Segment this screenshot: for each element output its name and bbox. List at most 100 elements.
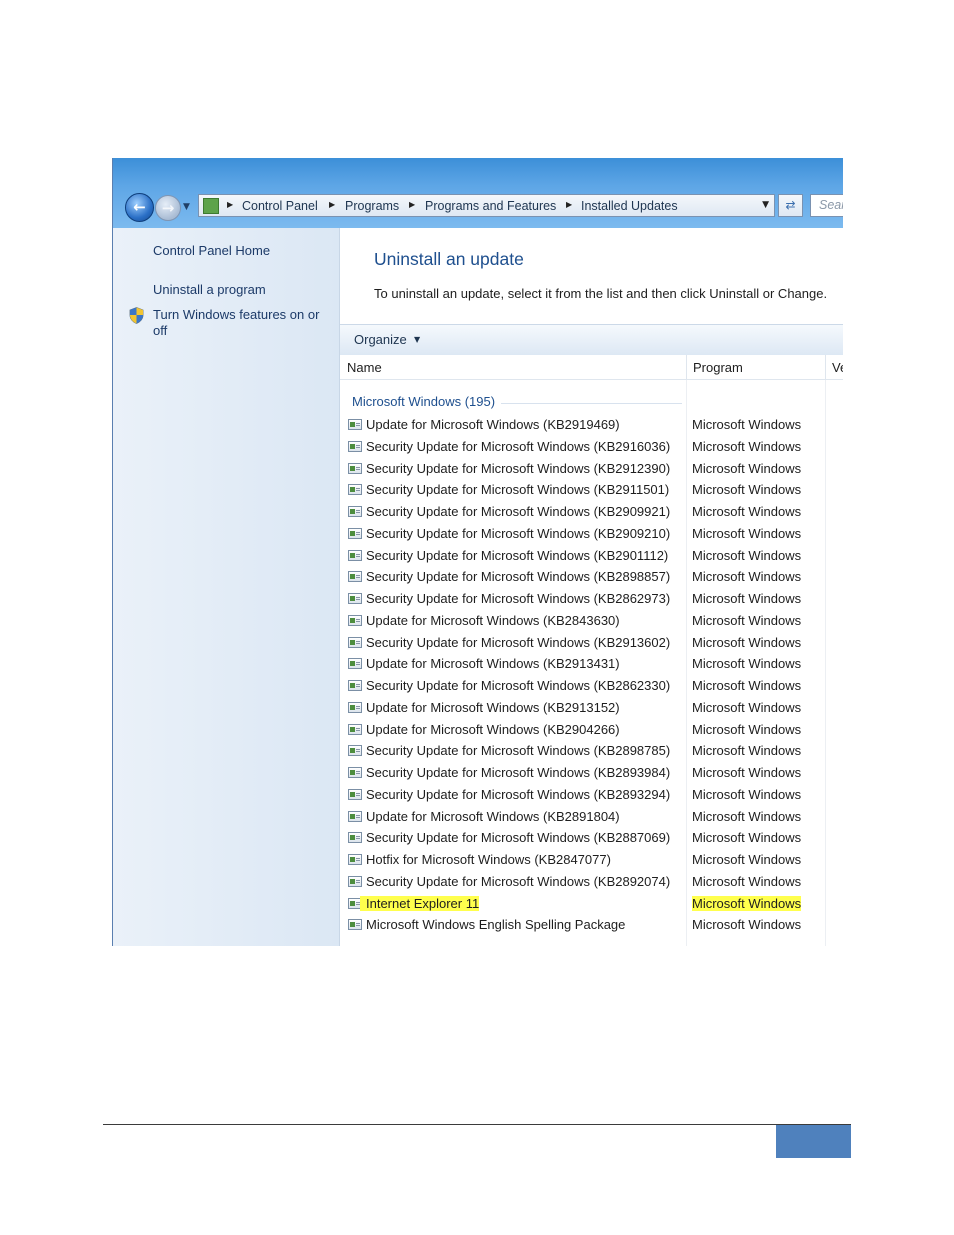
update-name: Security Update for Microsoft Windows (K…: [366, 743, 671, 759]
table-row[interactable]: Security Update for Microsoft Windows (K…: [340, 568, 843, 589]
table-row[interactable]: Update for Microsoft Windows (KB2891804)…: [340, 808, 843, 829]
update-name: Security Update for Microsoft Windows (K…: [366, 525, 671, 541]
column-divider[interactable]: [686, 355, 687, 379]
update-icon: [348, 484, 362, 496]
update-program: Microsoft Windows: [692, 743, 802, 759]
table-row[interactable]: Security Update for Microsoft Windows (K…: [340, 786, 843, 807]
update-icon: [348, 506, 362, 517]
column-program[interactable]: Program: [693, 360, 743, 375]
breadcrumb-control-panel[interactable]: Control Panel: [242, 199, 318, 213]
update-program: Microsoft Windows: [692, 525, 802, 541]
group-header[interactable]: Microsoft Windows (195): [352, 394, 502, 409]
table-row[interactable]: Security Update for Microsoft Windows (K…: [340, 547, 843, 568]
organize-button[interactable]: Organize: [354, 332, 407, 347]
search-input[interactable]: Sear: [810, 194, 843, 217]
table-row[interactable]: Security Update for Microsoft Windows (K…: [340, 590, 843, 611]
update-name: Security Update for Microsoft Windows (K…: [366, 634, 671, 650]
column-divider[interactable]: [825, 355, 826, 379]
update-program: Microsoft Windows: [692, 438, 802, 454]
breadcrumb-separator-icon[interactable]: ▶: [566, 200, 572, 209]
update-program: Microsoft Windows: [692, 612, 802, 628]
control-panel-icon: [203, 198, 219, 214]
table-row[interactable]: Update for Microsoft Windows (KB2904266)…: [340, 721, 843, 742]
uninstall-program-link[interactable]: Uninstall a program: [153, 282, 266, 298]
update-program: Microsoft Windows: [692, 504, 802, 519]
table-row[interactable]: Update for Microsoft Windows (KB2913152)…: [340, 699, 843, 720]
breadcrumb-separator-icon[interactable]: ▶: [409, 200, 415, 209]
breadcrumb-separator-icon[interactable]: ▶: [329, 200, 335, 209]
back-button[interactable]: ←: [125, 193, 154, 222]
turn-windows-features-line-2: off: [153, 323, 168, 338]
tasks-pane: Control Panel Home Uninstall a program T…: [113, 228, 340, 946]
breadcrumb-separator-icon[interactable]: ▶: [227, 200, 233, 209]
update-name: Update for Microsoft Windows (KB2913152): [366, 699, 620, 715]
update-program: Microsoft Windows: [692, 873, 802, 889]
turn-windows-features-link[interactable]: Turn Windows features on or off: [153, 307, 319, 339]
update-name: Security Update for Microsoft Windows (K…: [366, 438, 671, 454]
table-row[interactable]: Security Update for Microsoft Windows (K…: [340, 525, 843, 546]
updates-list[interactable]: Microsoft Windows (195) Update for Micro…: [340, 380, 843, 946]
table-row[interactable]: Security Update for Microsoft Windows (K…: [340, 742, 843, 763]
table-row[interactable]: Security Update for Microsoft Windows (K…: [340, 873, 843, 894]
table-row[interactable]: Microsoft Windows English Spelling Packa…: [340, 916, 843, 937]
update-program: Microsoft Windows: [692, 808, 802, 824]
update-name: Update for Microsoft Windows (KB2843630): [366, 612, 620, 628]
table-row[interactable]: Security Update for Microsoft Windows (K…: [340, 634, 843, 655]
update-icon: [348, 571, 362, 583]
table-row[interactable]: Security Update for Microsoft Windows (K…: [340, 764, 843, 785]
table-row[interactable]: Security Update for Microsoft Windows (K…: [340, 503, 843, 524]
update-icon: [348, 767, 362, 778]
update-program: Microsoft Windows: [692, 656, 802, 672]
update-name: Security Update for Microsoft Windows (K…: [366, 873, 671, 889]
table-row[interactable]: Update for Microsoft Windows (KB2913431)…: [340, 655, 843, 676]
forward-button[interactable]: →: [155, 195, 181, 221]
table-row[interactable]: Update for Microsoft Windows (KB2843630)…: [340, 612, 843, 633]
control-panel-home-link[interactable]: Control Panel Home: [153, 243, 270, 259]
breadcrumb-programs[interactable]: Programs: [345, 199, 399, 213]
forward-arrow-icon: →: [161, 199, 175, 217]
update-program: Microsoft Windows: [692, 482, 802, 498]
update-icon: [348, 745, 362, 757]
chevron-down-icon[interactable]: ▼: [762, 200, 769, 210]
table-row[interactable]: Security Update for Microsoft Windows (K…: [340, 829, 843, 850]
table-row[interactable]: Internet Explorer 11 Microsoft Windows: [340, 895, 843, 916]
update-icon: [348, 440, 362, 452]
refresh-button[interactable]: ⇄: [778, 194, 803, 217]
column-version[interactable]: Ve: [832, 360, 843, 375]
update-name: Security Update for Microsoft Windows (K…: [366, 786, 671, 802]
update-program: Microsoft Windows: [692, 699, 802, 715]
address-bar[interactable]: ▶ Control Panel ▶ Programs ▶ Programs an…: [198, 194, 775, 217]
update-icon: [348, 462, 362, 474]
chevron-down-icon[interactable]: ▼: [414, 335, 420, 344]
turn-windows-features-line-1: Turn Windows features on or: [153, 307, 320, 322]
table-row[interactable]: Security Update for Microsoft Windows (K…: [340, 481, 843, 502]
update-icon: [348, 636, 362, 648]
update-icon: [348, 919, 362, 931]
update-icon: [348, 680, 362, 691]
update-program: Microsoft Windows: [692, 634, 802, 650]
update-program: Microsoft Windows: [692, 678, 802, 693]
table-row[interactable]: Security Update for Microsoft Windows (K…: [340, 460, 843, 481]
page-title: Uninstall an update: [374, 249, 524, 269]
recent-pages-dropdown[interactable]: ▼: [183, 202, 190, 212]
table-row[interactable]: Update for Microsoft Windows (KB2919469)…: [340, 416, 843, 437]
update-icon: [348, 810, 362, 822]
column-name[interactable]: Name: [347, 360, 382, 375]
table-row[interactable]: Security Update for Microsoft Windows (K…: [340, 438, 843, 459]
explorer-window-screenshot: ← → ▼ ▶ Control Panel ▶ Programs ▶ Progr…: [112, 158, 843, 946]
update-program: Microsoft Windows: [692, 830, 802, 846]
update-icon: [348, 723, 362, 735]
column-header: Name Program Ve: [340, 355, 843, 380]
breadcrumb-installed-updates[interactable]: Installed Updates: [581, 199, 678, 213]
update-name: Security Update for Microsoft Windows (K…: [366, 830, 671, 846]
table-row[interactable]: Hotfix for Microsoft Windows (KB2847077)…: [340, 851, 843, 872]
main-pane: Uninstall an update To uninstall an upda…: [340, 228, 843, 946]
table-row[interactable]: Security Update for Microsoft Windows (K…: [340, 677, 843, 698]
update-name: Update for Microsoft Windows (KB2919469): [366, 417, 620, 432]
refresh-icon: ⇄: [785, 198, 796, 212]
update-icon: [348, 419, 362, 430]
navigation-bar: ← → ▼ ▶ Control Panel ▶ Programs ▶ Progr…: [113, 158, 843, 228]
update-icon: [348, 875, 362, 887]
breadcrumb-programs-and-features[interactable]: Programs and Features: [425, 199, 556, 213]
update-name: Security Update for Microsoft Windows (K…: [366, 460, 671, 476]
